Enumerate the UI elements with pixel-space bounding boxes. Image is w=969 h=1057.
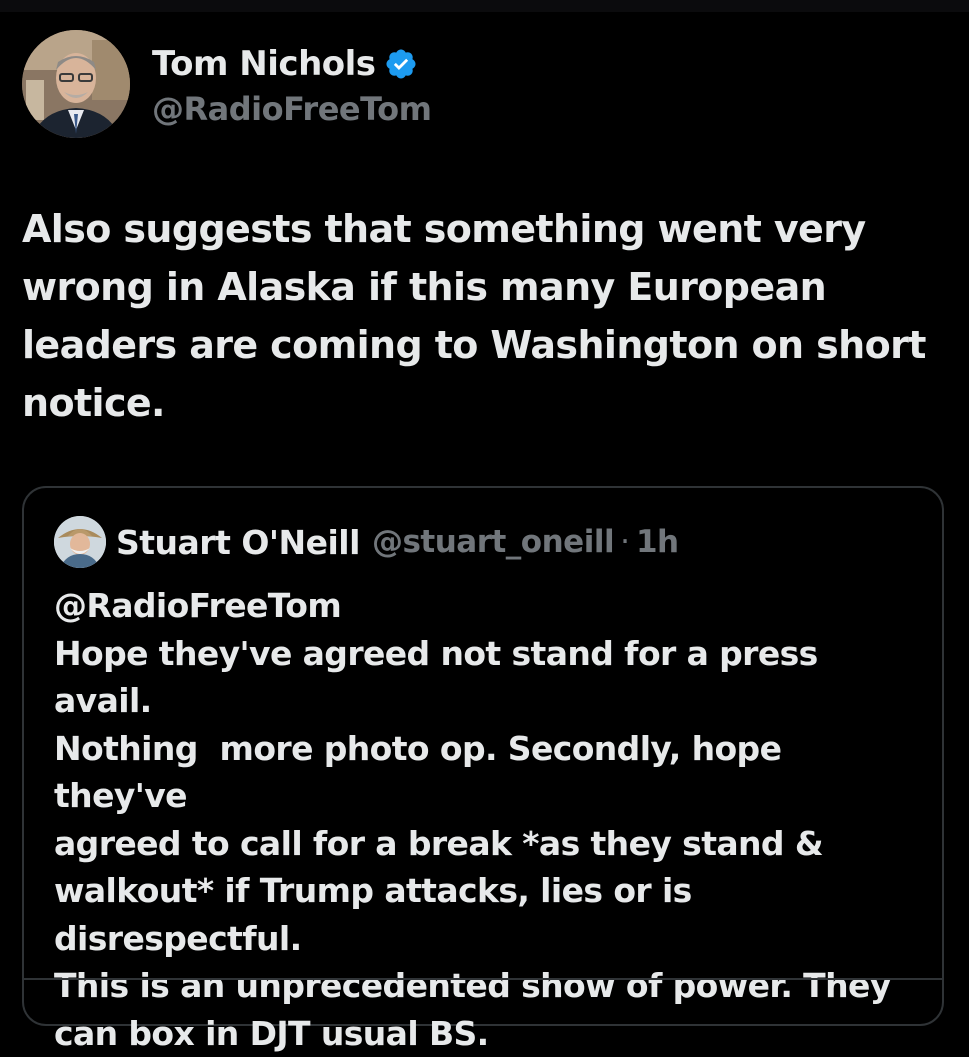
author-name-row: Tom Nichols (152, 42, 432, 86)
avatar-photo-icon (22, 30, 130, 138)
quoted-post-header: Stuart O'Neill @stuart_oneill · 1h (54, 516, 679, 568)
quoted-post-card[interactable]: Stuart O'Neill @stuart_oneill · 1h @Radi… (22, 486, 944, 1053)
quoted-author-handle[interactable]: @stuart_oneill (372, 524, 615, 560)
quoted-author-avatar[interactable] (54, 516, 106, 568)
author-handle[interactable]: @RadioFreeTom (152, 90, 432, 128)
author-display-name[interactable]: Tom Nichols (152, 44, 376, 84)
quoted-post-time[interactable]: 1h (636, 524, 679, 560)
quoted-post-divider (24, 978, 942, 980)
author-info: Tom Nichols @RadioFreeTom (152, 42, 432, 128)
author-avatar[interactable] (22, 30, 130, 138)
verified-badge-icon[interactable] (384, 47, 418, 81)
quoted-post-separator: · (620, 524, 630, 560)
post-text: Also suggests that something went very w… (22, 207, 926, 425)
top-bar (0, 0, 969, 12)
avatar-photo-icon (54, 516, 106, 568)
quoted-post-text: @RadioFreeTom Hope they've agreed not st… (54, 586, 891, 1053)
quoted-author-display-name[interactable]: Stuart O'Neill (116, 523, 360, 562)
